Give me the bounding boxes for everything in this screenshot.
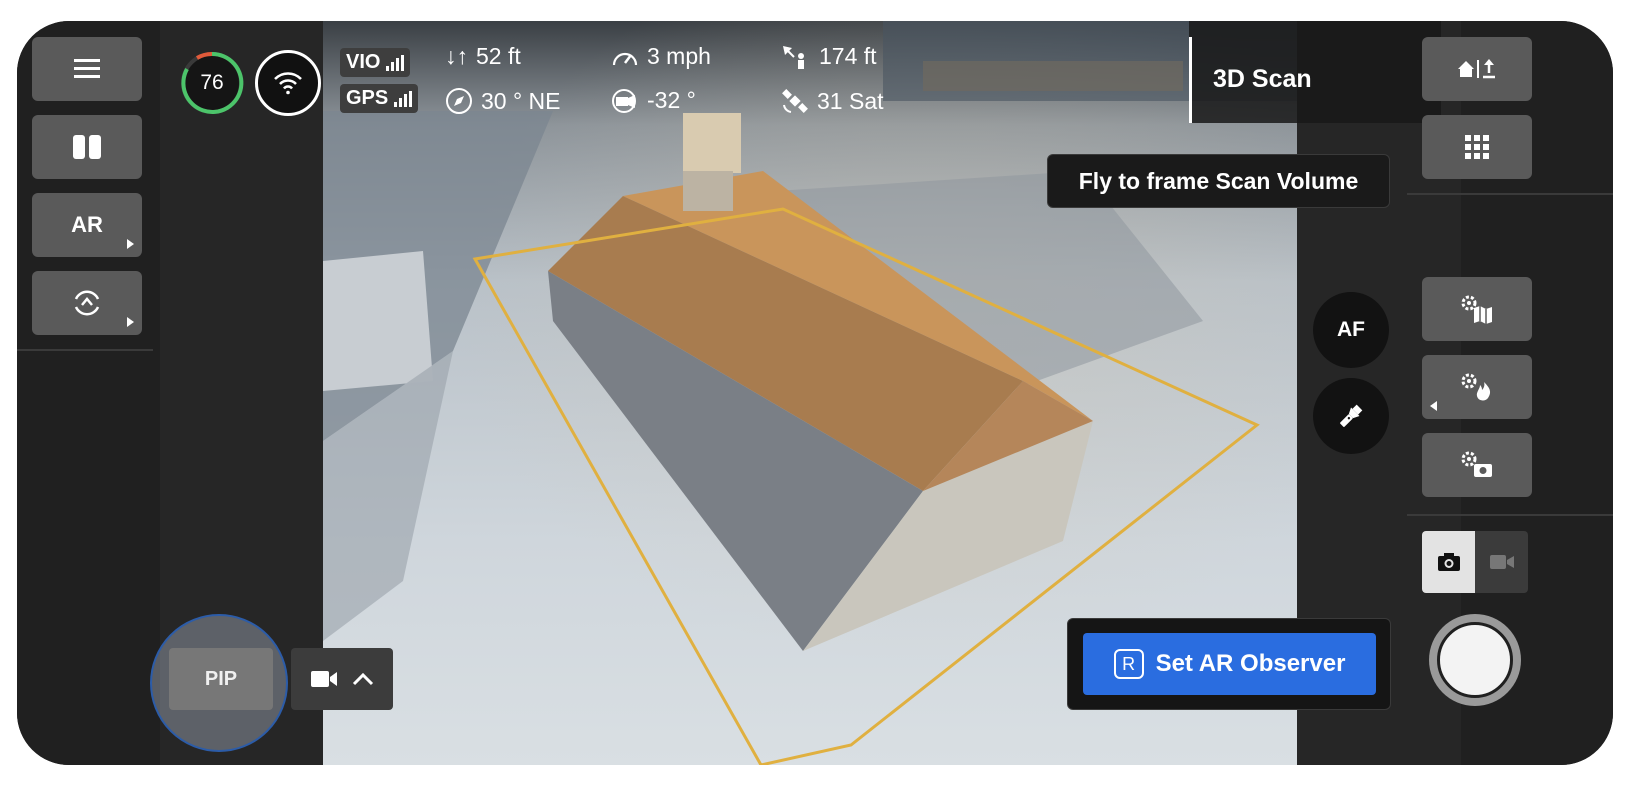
map-settings-button[interactable] bbox=[1422, 277, 1532, 341]
autofocus-label: AF bbox=[1337, 318, 1365, 341]
set-ar-observer-label: Set AR Observer bbox=[1155, 650, 1346, 677]
thermal-settings-icon bbox=[1461, 373, 1491, 401]
gimbal-icon bbox=[612, 88, 636, 113]
split-view-icon bbox=[73, 135, 101, 159]
video-camera-icon bbox=[311, 671, 337, 687]
signal-bars-icon bbox=[386, 54, 405, 71]
satellite-icon bbox=[782, 89, 808, 113]
map-settings-icon bbox=[1461, 295, 1492, 324]
gps-label: GPS bbox=[346, 87, 389, 109]
flashlight-button[interactable] bbox=[1313, 378, 1389, 454]
gps-badge: GPS bbox=[340, 84, 419, 113]
camera-icon bbox=[1437, 553, 1460, 571]
altitude-value: 52 ft bbox=[476, 43, 521, 69]
video-mode-button[interactable] bbox=[1475, 531, 1528, 593]
shutter-inner bbox=[1437, 622, 1513, 698]
altitude-readout: ↓↑ 52 ft bbox=[445, 43, 521, 70]
ar-label: AR bbox=[71, 212, 103, 237]
video-icon bbox=[1489, 555, 1514, 569]
thermal-settings-button[interactable] bbox=[1422, 355, 1532, 419]
speed-readout: 3 mph bbox=[611, 43, 711, 70]
mode-divider bbox=[1189, 37, 1192, 123]
left-divider bbox=[17, 349, 153, 351]
submenu-arrow-icon bbox=[127, 239, 134, 249]
wifi-status[interactable] bbox=[255, 50, 321, 116]
return-home-button[interactable] bbox=[1422, 37, 1532, 101]
flashlight-icon bbox=[1340, 404, 1363, 427]
scan-volume-tooltip: Fly to frame Scan Volume bbox=[1047, 154, 1390, 208]
photo-mode-button[interactable] bbox=[1422, 531, 1475, 593]
heading-value: 30 ° NE bbox=[481, 87, 561, 114]
drone-up-icon bbox=[74, 290, 100, 316]
gimbal-value: -32 ° bbox=[647, 87, 696, 113]
split-view-button[interactable] bbox=[32, 115, 142, 179]
right-divider-2 bbox=[1407, 514, 1613, 516]
chevron-up-icon bbox=[352, 672, 374, 686]
obstacle-avoidance-button[interactable] bbox=[32, 271, 142, 335]
heading-readout: 30 ° NE bbox=[445, 87, 561, 115]
menu-button[interactable] bbox=[32, 37, 142, 101]
autofocus-button[interactable]: AF bbox=[1313, 292, 1389, 368]
observer-panel: R Set AR Observer bbox=[1067, 618, 1391, 710]
submenu-arrow-icon bbox=[127, 317, 134, 327]
camera-source-toggle[interactable] bbox=[291, 648, 393, 710]
satellite-value: 31 Sat bbox=[817, 87, 884, 114]
grid-icon bbox=[1465, 135, 1489, 159]
ar-button[interactable]: AR bbox=[32, 193, 142, 257]
distance-icon bbox=[783, 45, 804, 69]
submenu-arrow-icon bbox=[1430, 401, 1437, 411]
speedometer-icon bbox=[612, 52, 638, 65]
satellite-readout: 31 Sat bbox=[781, 87, 884, 115]
distance-readout: 174 ft bbox=[781, 43, 877, 70]
home-launch-icon bbox=[1458, 59, 1495, 79]
mode-header: 3D Scan bbox=[1189, 21, 1441, 123]
apps-button[interactable] bbox=[1422, 115, 1532, 179]
distance-value: 174 ft bbox=[819, 43, 877, 69]
capture-mode-toggle[interactable] bbox=[1422, 531, 1528, 593]
speed-value: 3 mph bbox=[647, 43, 711, 69]
compass-icon bbox=[446, 88, 472, 114]
app-window: AR 76 VIO GPS ↓↑ 52 ft 30 ° NE 3 mph -32… bbox=[17, 21, 1613, 765]
right-divider bbox=[1407, 193, 1613, 195]
r-key-icon: R bbox=[1113, 649, 1144, 679]
shutter-button[interactable] bbox=[1429, 614, 1521, 706]
vio-badge: VIO bbox=[340, 48, 411, 77]
mode-title: 3D Scan bbox=[1213, 65, 1312, 93]
signal-bars-icon bbox=[394, 90, 413, 107]
gimbal-readout: -32 ° bbox=[611, 87, 696, 114]
altitude-icon: ↓↑ bbox=[445, 43, 468, 69]
camera-settings-icon bbox=[1461, 451, 1492, 477]
hamburger-icon bbox=[74, 59, 100, 78]
camera-settings-button[interactable] bbox=[1422, 433, 1532, 497]
battery-level: 76 bbox=[200, 71, 224, 94]
pip-button[interactable]: PIP bbox=[169, 648, 273, 710]
vio-label: VIO bbox=[346, 51, 381, 73]
wifi-icon bbox=[274, 72, 302, 95]
set-ar-observer-button[interactable]: R Set AR Observer bbox=[1083, 633, 1376, 695]
